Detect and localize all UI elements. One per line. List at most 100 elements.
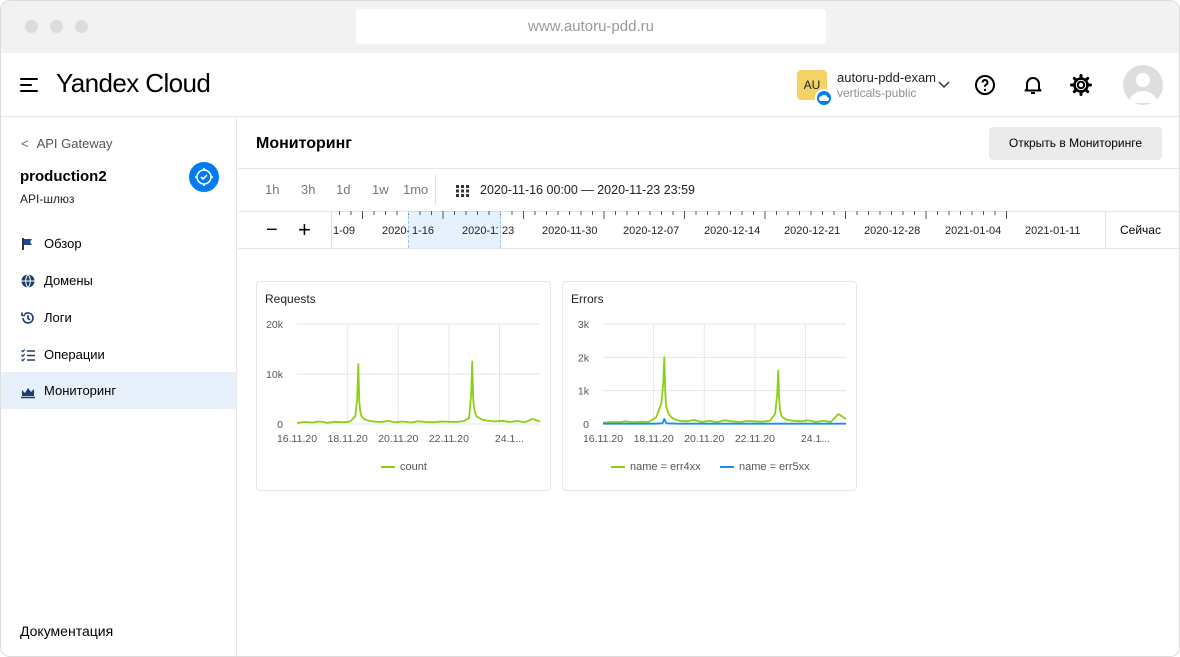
documentation-link[interactable]: Документация (20, 623, 113, 639)
chevron-left-icon: < (21, 136, 29, 151)
globe-icon (21, 274, 35, 288)
page-title: Мониторинг (256, 135, 352, 152)
errors-chart[interactable]: 3k 2k 1k 0 16.11.20 18.11.20 20.11.20 22.11.20 2… (563, 282, 858, 492)
app-header: Yandex Cloud AU autoru-pdd-exam vertical… (1, 53, 1179, 117)
calendar-grid-icon[interactable] (456, 185, 470, 197)
timeline-label: 23 (502, 225, 515, 237)
window-close-dot[interactable] (25, 20, 38, 33)
timeline-label: 2020-11-23 (462, 225, 498, 237)
open-in-monitoring-button[interactable]: Открыть в Мониторинге (989, 127, 1162, 160)
sidebar-item-label: Домены (44, 273, 93, 288)
main-content: Мониторинг Открыть в Мониторинге 1h 3h 1… (238, 117, 1179, 656)
range-1h-button[interactable]: 1h (265, 182, 279, 197)
legend-label: name = err5xx (739, 461, 810, 473)
x-tick-label: 16.11.20 (583, 433, 623, 445)
sidebar-item-logs[interactable]: Логи (1, 299, 236, 336)
browser-chrome: www.autoru-pdd.ru (1, 1, 1179, 53)
x-tick-label: 22.11.20 (429, 433, 469, 445)
divider (435, 175, 436, 205)
legend-swatch (611, 466, 625, 469)
sidebar-item-domains[interactable]: Домены (1, 262, 236, 299)
back-link[interactable]: < API Gateway (21, 136, 112, 151)
timeline-label: 2020-12-28 (864, 225, 921, 237)
service-name: production2 (20, 168, 107, 185)
timeline-label: 2020-12-14 (704, 225, 761, 237)
sidebar-item-monitoring[interactable]: Мониторинг (1, 372, 236, 409)
divider (238, 248, 1179, 249)
logo-product: Cloud (145, 68, 211, 98)
menu-icon[interactable] (20, 78, 38, 92)
y-tick-label: 0 (583, 419, 589, 431)
help-icon[interactable] (973, 73, 997, 97)
range-1mo-button[interactable]: 1mo (403, 182, 428, 197)
back-label: API Gateway (36, 136, 113, 151)
range-3h-button[interactable]: 3h (301, 182, 315, 197)
sidebar-item-label: Мониторинг (44, 383, 117, 398)
avatar[interactable] (1123, 65, 1163, 105)
timeline-label: 1-09 (333, 225, 356, 237)
timeline-label: 2020-11-30 (542, 225, 598, 237)
y-tick-label: 20k (266, 319, 284, 331)
now-button[interactable]: Сейчас (1120, 223, 1161, 237)
zoom-in-button[interactable]: + (298, 217, 311, 243)
y-tick-label: 10k (266, 369, 284, 381)
y-tick-label: 1k (578, 386, 590, 398)
sidebar-item-overview[interactable]: Обзор (1, 225, 236, 262)
api-gateway-icon (189, 162, 219, 192)
sidebar: < API Gateway production2 API-шлюз Обзор … (1, 117, 237, 656)
history-icon (21, 312, 34, 324)
series-line (296, 360, 541, 424)
service-type: API-шлюз (20, 192, 75, 206)
timeline-label: 2020-11-16 (382, 225, 409, 237)
legend-item[interactable]: name = err5xx (720, 461, 810, 473)
chart-icon (21, 388, 35, 399)
flag-icon (22, 238, 32, 250)
date-range-text[interactable]: 2020-11-16 00:00 — 2020-11-23 23:59 (480, 183, 695, 197)
logo-brand: Yandex (56, 68, 139, 98)
sidebar-item-label: Операции (44, 347, 105, 362)
x-tick-label: 24.1... (495, 433, 524, 445)
sidebar-item-operations[interactable]: Операции (1, 336, 236, 373)
x-tick-label: 24.1... (801, 433, 830, 445)
legend-swatch (720, 466, 734, 469)
errors-chart-card: Errors 3k 2k 1k 0 16.11.20 18.11.20 20.11.20 22… (562, 281, 857, 491)
account-name[interactable]: autoru-pdd-exam (837, 70, 936, 85)
zoom-out-button[interactable]: − (266, 219, 278, 242)
window-maximize-dot[interactable] (75, 20, 88, 33)
y-tick-label: 3k (578, 319, 590, 331)
timeline-label: 2020-12-21 (784, 225, 841, 237)
timeline-label: 1-16 (412, 225, 435, 237)
browser-window: www.autoru-pdd.ru Yandex Cloud AU autoru… (0, 0, 1180, 657)
legend-swatch (381, 466, 395, 469)
y-tick-label: 0 (277, 419, 283, 431)
y-tick-label: 2k (578, 352, 590, 364)
legend-label: count (400, 461, 427, 473)
x-tick-label: 16.11.20 (277, 433, 317, 445)
checklist-icon (21, 349, 35, 362)
range-1w-button[interactable]: 1w (372, 182, 389, 197)
series-line (602, 356, 847, 424)
cloud-icon (815, 89, 833, 107)
requests-chart-card: Requests 20k 10k 0 16.11.20 18.11.20 20.11.20… (256, 281, 551, 491)
timeline-label: 2021-01-04 (945, 225, 1002, 237)
sidebar-item-label: Обзор (44, 236, 82, 251)
gear-icon[interactable] (1069, 73, 1093, 97)
address-bar[interactable]: www.autoru-pdd.ru (356, 9, 826, 44)
x-tick-label: 22.11.20 (735, 433, 775, 445)
bell-icon[interactable] (1021, 73, 1045, 97)
folder-name[interactable]: verticals-public (837, 86, 916, 100)
logo[interactable]: Yandex Cloud (56, 68, 211, 99)
sidebar-item-label: Логи (44, 310, 72, 325)
legend-item[interactable]: count (381, 461, 427, 473)
range-1d-button[interactable]: 1d (336, 182, 350, 197)
x-tick-label: 20.11.20 (378, 433, 418, 445)
legend-label: name = err4xx (630, 461, 701, 473)
timeline-track[interactable]: 1-09 2020-11-16 1-16 2020-11-23 23 2020-… (331, 211, 1106, 248)
divider (238, 168, 1179, 169)
x-tick-label: 18.11.20 (328, 433, 368, 445)
chevron-down-icon[interactable] (937, 77, 951, 91)
legend-item[interactable]: name = err4xx (611, 461, 701, 473)
timeline-label: 2021-01-11 (1025, 225, 1081, 237)
timeline-label: 2020-12-07 (623, 225, 680, 237)
window-minimize-dot[interactable] (50, 20, 63, 33)
